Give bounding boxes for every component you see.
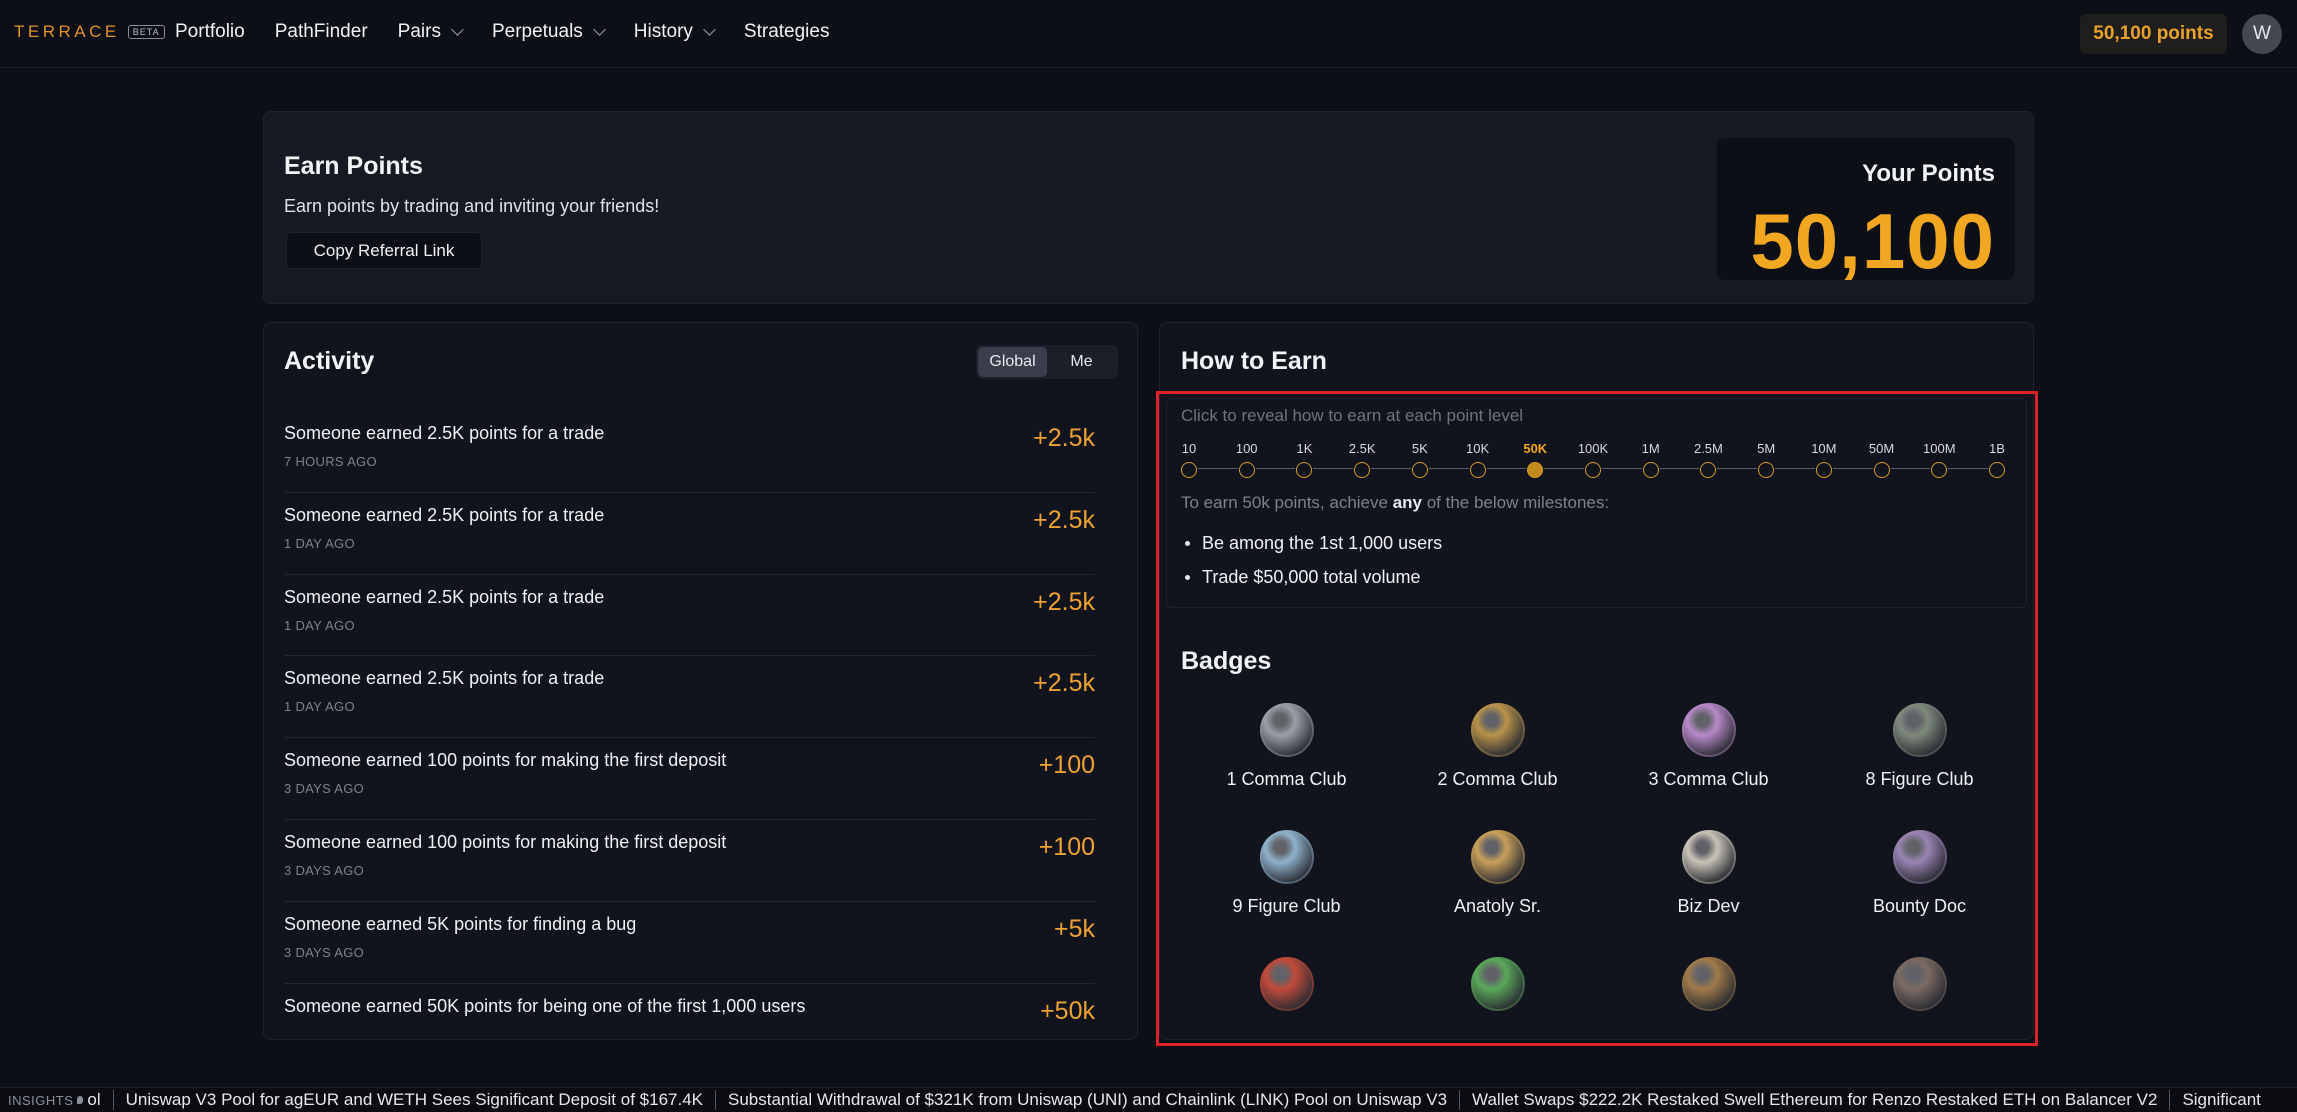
nav-pathfinder[interactable]: PathFinder: [275, 21, 368, 43]
activity-text: Someone earned 50K points for being one …: [284, 995, 806, 1016]
nav-label: PathFinder: [274, 21, 368, 42]
insights-ticker: INSIGHTS ol Uniswap V3 Pool for agEUR an…: [0, 1087, 2297, 1112]
activity-time: 3 DAYS AGO: [284, 862, 365, 878]
how-to-earn-title: How to Earn: [1181, 347, 1327, 375]
activity-text: Someone earned 2.5K points for a trade: [284, 586, 605, 607]
activity-row: Someone earned 100 points for making the…: [284, 820, 1095, 902]
activity-text: Someone earned 100 points for making the…: [284, 750, 727, 771]
avatar[interactable]: W: [2242, 14, 2282, 54]
activity-value: +2.5k: [1033, 505, 1095, 534]
activity-value: +2.5k: [1033, 424, 1095, 452]
ticker-item[interactable]: Significant: [2169, 1090, 2272, 1110]
beta-badge: BETA: [127, 25, 165, 39]
nav-perpetuals[interactable]: Perpetuals: [491, 21, 606, 43]
activity-list: Someone earned 2.5K points for a trade 7 …: [284, 411, 1095, 1065]
activity-row: Someone earned 2.5K points for a trade 7 …: [284, 411, 1095, 493]
earn-subtitle: Earn points by trading and inviting your…: [284, 196, 660, 216]
nav-links: Portfolio PathFinder Pairs Perpetuals Hi…: [175, 21, 829, 43]
ticker-item[interactable]: Substantial Withdrawal of $321K from Uni…: [715, 1090, 1459, 1110]
activity-value: +50k: [1040, 996, 1095, 1025]
nav-label: Portfolio: [175, 21, 245, 42]
nav-strategies[interactable]: Strategies: [744, 21, 830, 43]
activity-value: +100: [1038, 751, 1095, 780]
activity-row: Someone earned 100 points for making the…: [284, 738, 1095, 820]
ticker-item[interactable]: Wallet Swaps $222.2K Restaked Swell Ethe…: [1459, 1090, 2169, 1110]
activity-title: Activity: [284, 347, 375, 375]
activity-time: 1 DAY AGO: [284, 617, 355, 633]
nav-pairs[interactable]: Pairs: [397, 21, 464, 43]
ticker-item[interactable]: Uniswap V3 Pool for agEUR and WETH Sees …: [112, 1090, 715, 1110]
tab-me[interactable]: Me: [1047, 347, 1116, 377]
activity-text: Someone earned 100 points for making the…: [284, 831, 727, 852]
activity-value: +2.5k: [1033, 669, 1095, 698]
activity-time: 3 DAYS AGO: [284, 944, 365, 960]
activity-text: Someone earned 5K points for finding a b…: [284, 913, 637, 934]
logo-text: TERRACE: [14, 22, 120, 41]
activity-row: Someone earned 2.5K points for a trade 1 …: [284, 493, 1095, 575]
ticker-label: INSIGHTS: [0, 1092, 84, 1108]
copy-referral-button[interactable]: Copy Referral Link: [286, 232, 482, 269]
chevron-down-icon: [451, 23, 464, 36]
activity-value: +100: [1038, 832, 1095, 861]
nav-label: History: [633, 21, 693, 42]
highlight-box: [1156, 391, 2038, 1046]
top-nav: TERRACE BETA Portfolio PathFinder Pairs …: [0, 0, 2297, 68]
points-button[interactable]: 50,100 points: [2080, 14, 2227, 54]
activity-row: Someone earned 50K points for being one …: [284, 984, 1095, 1066]
earn-title: Earn Points: [284, 152, 423, 180]
chevron-down-icon: [703, 23, 716, 36]
activity-text: Someone earned 2.5K points for a trade: [284, 668, 605, 689]
activity-text: Someone earned 2.5K points for a trade: [284, 504, 605, 525]
activity-value: +5k: [1053, 914, 1095, 943]
activity-time: 1 DAY AGO: [284, 535, 355, 551]
activity-toggle: Global Me: [976, 345, 1118, 379]
nav-label: Strategies: [743, 21, 830, 42]
ticker-lead: ol: [87, 1090, 101, 1109]
nav-history[interactable]: History: [633, 21, 716, 43]
chevron-down-icon: [592, 23, 606, 36]
logo[interactable]: TERRACE BETA: [14, 22, 165, 42]
activity-time: 3 DAYS AGO: [284, 781, 365, 797]
your-points-label: Your Points: [1862, 160, 1995, 187]
activity-time: 1 DAY AGO: [284, 699, 355, 715]
earn-points-card: Earn Points Earn points by trading and i…: [263, 111, 2034, 304]
ticker-label-text: INSIGHTS: [8, 1092, 74, 1108]
nav-label: Perpetuals: [491, 21, 583, 42]
activity-text: Someone earned 2.5K points for a trade: [284, 423, 605, 443]
your-points-panel: Your Points 50,100: [1717, 138, 2015, 285]
tab-global[interactable]: Global: [978, 347, 1047, 377]
activity-value: +2.5k: [1033, 587, 1095, 616]
activity-row: Someone earned 2.5K points for a trade 1 …: [284, 656, 1095, 739]
activity-row: Someone earned 2.5K points for a trade 1 …: [284, 575, 1095, 657]
activity-card: Activity Global Me Someone earned 2.5K p…: [263, 322, 1138, 1040]
nav-label: Pairs: [397, 21, 441, 42]
your-points-value: 50,100: [1750, 197, 1995, 285]
activity-row: Someone earned 5K points for finding a b…: [284, 902, 1095, 984]
nav-portfolio[interactable]: Portfolio: [175, 21, 245, 43]
activity-time: 7 HOURS AGO: [284, 454, 377, 469]
